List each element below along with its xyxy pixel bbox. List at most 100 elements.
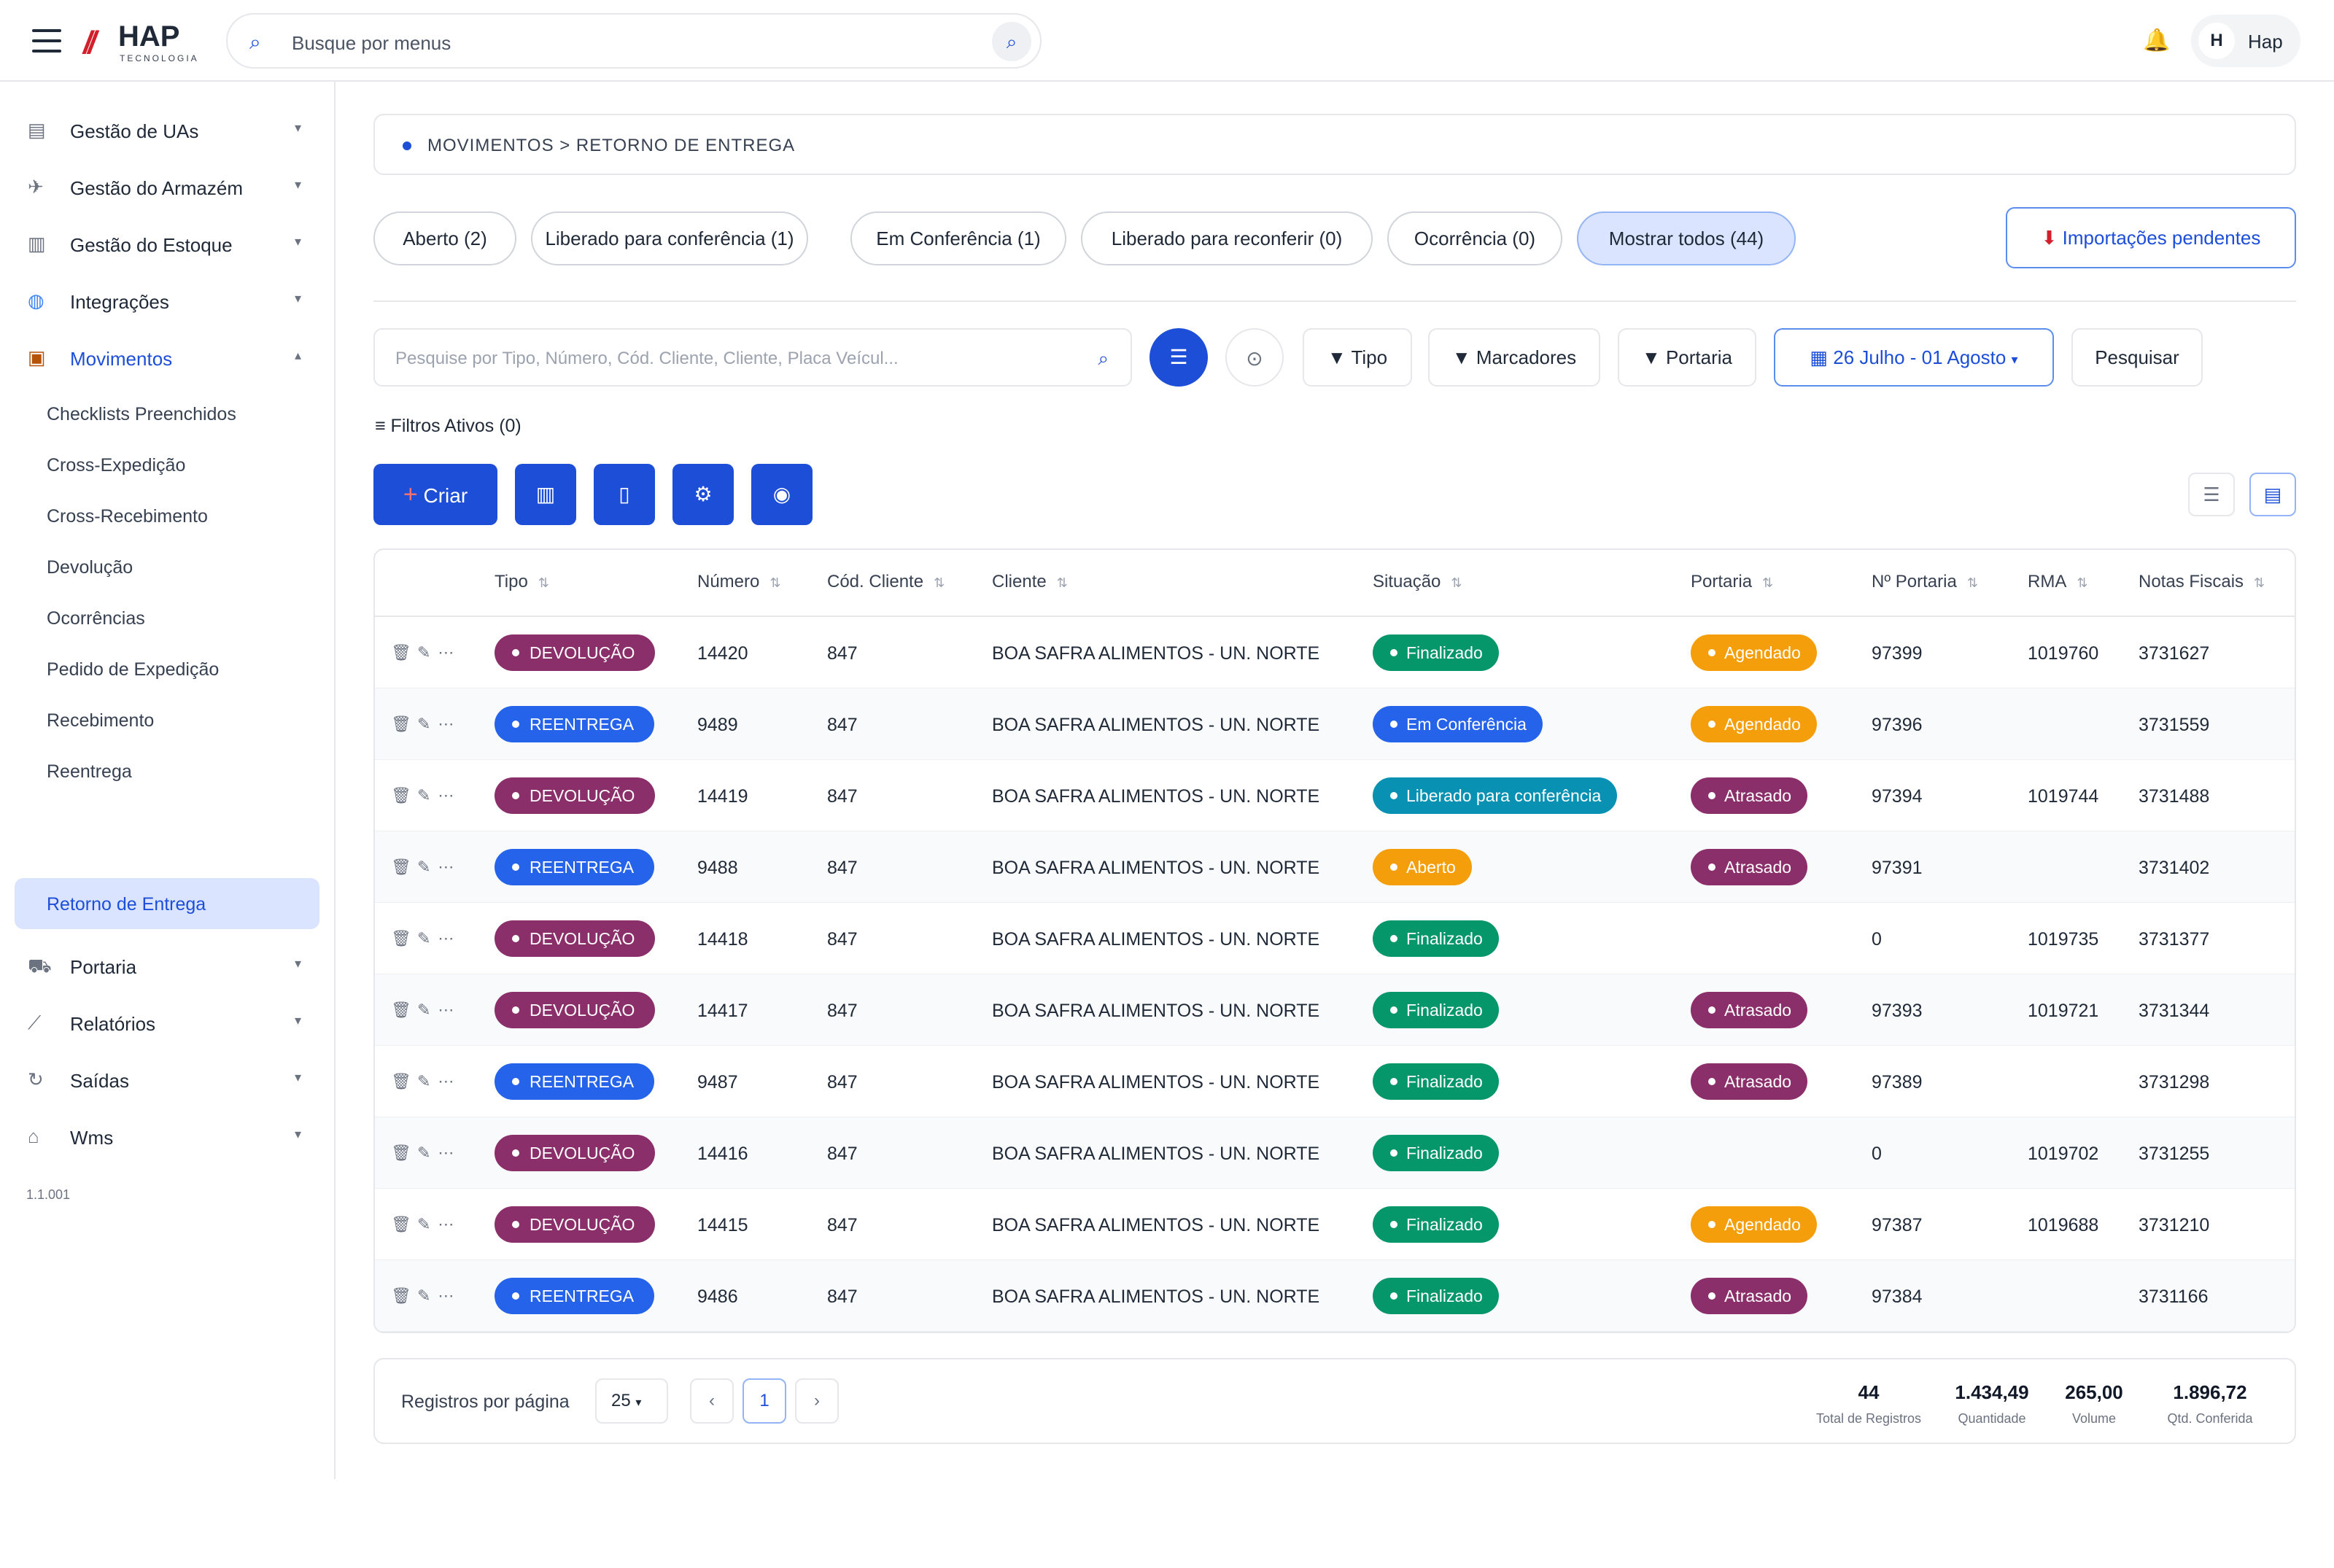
records-search-input[interactable]: Pesquise por Tipo, Número, Cód. Cliente,… (373, 328, 1132, 387)
table-row[interactable]: 🗑 ✎ ⋯ DEVOLUÇÃO 14418 847 BOA SAFRA ALIMENTOS … (375, 903, 2295, 974)
column-header-cod-cliente[interactable]: Cód. Cliente ⇅ (827, 572, 945, 592)
column-header-notas-fiscais[interactable]: Notas Fiscais ⇅ (2139, 572, 2265, 592)
more-icon[interactable]: ⋯ (438, 1286, 454, 1305)
more-icon[interactable]: ⋯ (438, 1215, 454, 1233)
table-row[interactable]: 🗑 ✎ ⋯ REENTREGA 9486 847 BOA SAFRA ALIMENTOS -… (375, 1260, 2295, 1332)
tab-mostrar-todos[interactable]: Mostrar todos (44) (1577, 211, 1796, 265)
more-icon[interactable]: ⋯ (438, 786, 454, 804)
edit-icon[interactable]: ✎ (417, 1001, 430, 1019)
search-submit-button[interactable]: Pesquisar (2071, 328, 2203, 387)
column-header-rma[interactable]: RMA ⇅ (2028, 572, 2087, 592)
more-icon[interactable]: ⋯ (438, 1072, 454, 1090)
table-row[interactable]: 🗑 ✎ ⋯ REENTREGA 9487 847 BOA SAFRA ALIMENTOS -… (375, 1046, 2295, 1117)
list-view-button[interactable]: ☰ (2188, 473, 2235, 516)
tab-em-conferencia[interactable]: Em Conferência (1) (850, 211, 1066, 265)
edit-icon[interactable]: ✎ (417, 715, 430, 733)
edit-icon[interactable]: ✎ (417, 786, 430, 804)
more-icon[interactable]: ⋯ (438, 1144, 454, 1162)
column-header-tipo[interactable]: Tipo ⇅ (495, 572, 549, 592)
trash-icon[interactable]: 🗑 (391, 715, 411, 733)
column-header-portaria[interactable]: Portaria ⇅ (1691, 572, 1773, 592)
filter-icon: ▼ (1641, 346, 1661, 368)
table-row[interactable]: 🗑 ✎ ⋯ DEVOLUÇÃO 14417 847 BOA SAFRA ALIMENTOS … (375, 974, 2295, 1046)
sidebar-subitem-cross-recebimento[interactable]: Cross-Recebimento (47, 506, 208, 527)
trash-icon[interactable]: 🗑 (391, 929, 411, 947)
report-button[interactable]: ▥ (515, 464, 576, 525)
sidebar-item-gestao-uas[interactable]: ▤ Gestão de UAs ▾ (0, 104, 336, 155)
sidebar-item-saidas[interactable]: ↻ Saídas ▾ (0, 1054, 336, 1105)
more-icon[interactable]: ⋯ (438, 715, 454, 733)
sidebar-item-gestao-estoque[interactable]: ▥ Gestão do Estoque ▾ (0, 218, 336, 269)
edit-icon[interactable]: ✎ (417, 1286, 430, 1305)
trash-icon[interactable]: 🗑 (391, 643, 411, 661)
sidebar-item-wms[interactable]: ⌂ Wms ▾ (0, 1111, 336, 1162)
more-icon[interactable]: ⋯ (438, 858, 454, 876)
search-button[interactable]: ⌕ (992, 22, 1031, 61)
table-view-button[interactable]: ▤ (2249, 473, 2296, 516)
next-page-button[interactable]: › (795, 1378, 839, 1424)
active-filters[interactable]: ≡ Filtros Ativos (0) (375, 416, 522, 437)
date-range-picker[interactable]: ▦ 26 Julho - 01 Agosto ▾ (1774, 328, 2054, 387)
table-row[interactable]: 🗑 ✎ ⋯ DEVOLUÇÃO 14416 847 BOA SAFRA ALIMENTOS … (375, 1117, 2295, 1189)
sidebar-subitem-reentrega[interactable]: Reentrega (47, 761, 132, 783)
menu-icon[interactable] (32, 29, 61, 53)
record-button[interactable]: ◉ (751, 464, 813, 525)
create-button[interactable]: + Criar (373, 464, 497, 525)
table-row[interactable]: 🗑 ✎ ⋯ DEVOLUÇÃO 14419 847 BOA SAFRA ALIMENTOS … (375, 760, 2295, 831)
sidebar-item-integracoes[interactable]: ◍ Integrações ▾ (0, 275, 336, 326)
trash-icon[interactable]: 🗑 (391, 786, 411, 804)
column-header-situacao[interactable]: Situação ⇅ (1373, 572, 1462, 592)
edit-icon[interactable]: ✎ (417, 1072, 430, 1090)
table-row[interactable]: 🗑 ✎ ⋯ REENTREGA 9489 847 BOA SAFRA ALIMENTOS -… (375, 688, 2295, 760)
more-icon[interactable]: ⋯ (438, 929, 454, 947)
tab-liberado-conferencia[interactable]: Liberado para conferência (1) (531, 211, 808, 265)
marcadores-filter-button[interactable]: ▼ Marcadores (1428, 328, 1600, 387)
per-page-select[interactable]: 25 ▾ (595, 1378, 668, 1424)
tab-ocorrencia[interactable]: Ocorrência (0) (1387, 211, 1562, 265)
edit-icon[interactable]: ✎ (417, 1215, 430, 1233)
edit-icon[interactable]: ✎ (417, 643, 430, 661)
trash-icon[interactable]: 🗑 (391, 1215, 411, 1233)
tab-aberto[interactable]: Aberto (2) (373, 211, 516, 265)
prev-page-button[interactable]: ‹ (690, 1378, 734, 1424)
column-header-n-portaria[interactable]: Nº Portaria ⇅ (1872, 572, 1978, 592)
more-icon[interactable]: ⋯ (438, 643, 454, 661)
settings-button[interactable]: ⚙ (672, 464, 734, 525)
trash-icon[interactable]: 🗑 (391, 858, 411, 876)
column-header-cliente[interactable]: Cliente ⇅ (992, 572, 1068, 592)
pending-imports-button[interactable]: ⬇ Importações pendentes (2006, 207, 2296, 268)
sidebar-item-gestao-armazem[interactable]: ✈ Gestão do Armazém ▾ (0, 161, 336, 212)
trash-icon[interactable]: 🗑 (391, 1286, 411, 1305)
sidebar-item-portaria[interactable]: ⛟ Portaria ▾ (0, 940, 336, 991)
edit-icon[interactable]: ✎ (417, 929, 430, 947)
menu-search[interactable]: ⌕ Busque por menus ⌕ (226, 13, 1042, 69)
sidebar-subitem-devolucao[interactable]: Devolução (47, 557, 133, 578)
user-menu[interactable]: H Hap (2191, 15, 2300, 67)
sidebar-subitem-recebimento[interactable]: Recebimento (47, 710, 154, 731)
list-filter-button[interactable]: ☰ (1149, 328, 1208, 387)
sidebar-subitem-checklists[interactable]: Checklists Preenchidos (47, 404, 236, 425)
sidebar-subitem-cross-expedicao[interactable]: Cross-Expedição (47, 455, 185, 476)
sidebar-item-relatorios[interactable]: ⟋ Relatórios ▾ (0, 997, 336, 1048)
tipo-filter-button[interactable]: ▼ Tipo (1303, 328, 1412, 387)
sidebar-item-movimentos[interactable]: ▣ Movimentos ▴ (0, 332, 336, 383)
edit-icon[interactable]: ✎ (417, 858, 430, 876)
page-1-button[interactable]: 1 (743, 1378, 786, 1424)
more-icon[interactable]: ⋯ (438, 1001, 454, 1019)
column-header-numero[interactable]: Número ⇅ (697, 572, 780, 592)
clear-filter-button[interactable]: ⊙ (1225, 328, 1284, 387)
edit-icon[interactable]: ✎ (417, 1144, 430, 1162)
table-row[interactable]: 🗑 ✎ ⋯ DEVOLUÇÃO 14415 847 BOA SAFRA ALIMENTOS … (375, 1189, 2295, 1260)
trash-icon[interactable]: 🗑 (391, 1144, 411, 1162)
table-row[interactable]: 🗑 ✎ ⋯ REENTREGA 9488 847 BOA SAFRA ALIMENTOS -… (375, 831, 2295, 903)
document-button[interactable]: ▯ (594, 464, 655, 525)
trash-icon[interactable]: 🗑 (391, 1001, 411, 1019)
bell-icon[interactable]: 🔔 (2143, 28, 2170, 53)
portaria-filter-button[interactable]: ▼ Portaria (1618, 328, 1756, 387)
sidebar-subitem-retorno-entrega[interactable]: Retorno de Entrega (15, 878, 319, 929)
sidebar-subitem-ocorrencias[interactable]: Ocorrências (47, 608, 145, 629)
trash-icon[interactable]: 🗑 (391, 1072, 411, 1090)
tab-liberado-reconferir[interactable]: Liberado para reconferir (0) (1081, 211, 1373, 265)
sidebar-subitem-pedido-expedicao[interactable]: Pedido de Expedição (47, 659, 219, 680)
table-row[interactable]: 🗑 ✎ ⋯ DEVOLUÇÃO 14420 847 BOA SAFRA ALIMENTOS … (375, 617, 2295, 688)
